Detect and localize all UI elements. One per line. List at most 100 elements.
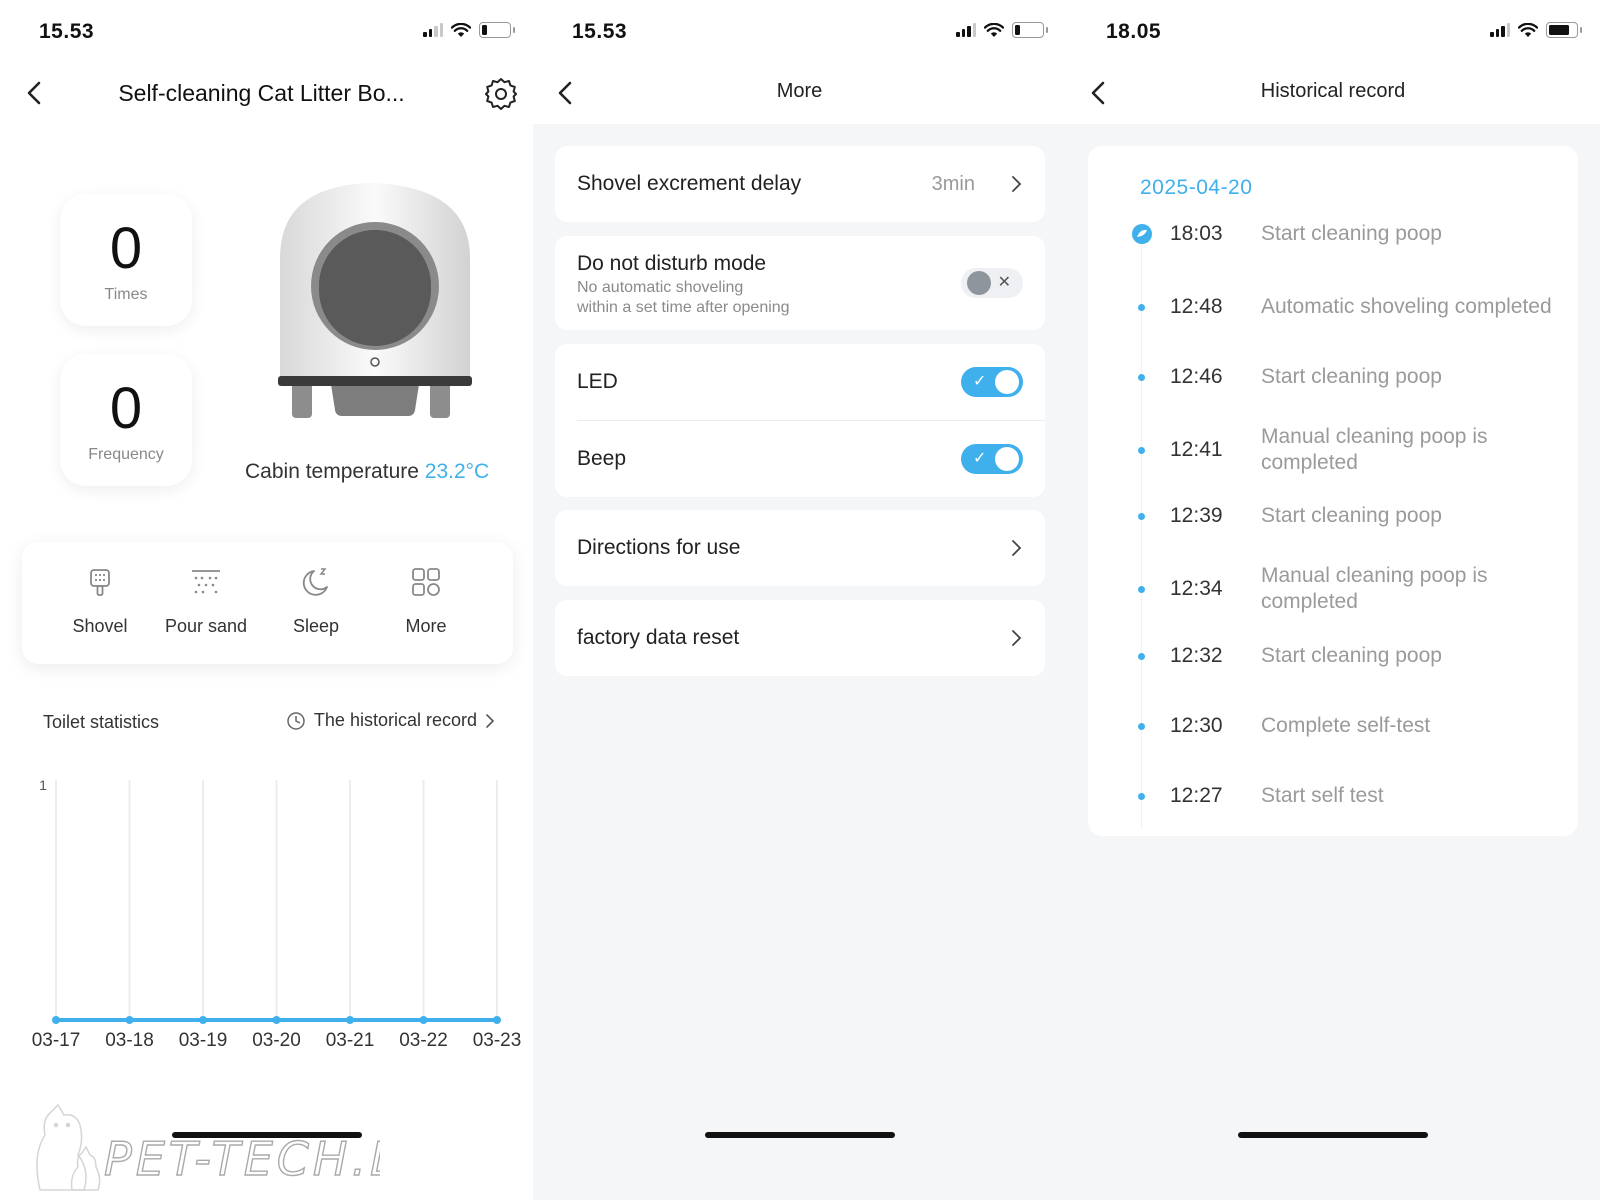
pour-sand-label: Pour sand xyxy=(164,616,248,636)
cabin-temperature-value: 23.2°C xyxy=(424,460,490,483)
beep-label: Beep xyxy=(577,447,627,470)
shovel-icon xyxy=(90,569,110,596)
chevron-right-icon xyxy=(1012,540,1022,556)
toggle-knob xyxy=(995,447,1019,471)
cabin-temperature-label: Cabin temperature xyxy=(245,460,419,483)
record-time: 12:39 xyxy=(1170,504,1223,527)
timeline-dot xyxy=(1138,447,1145,454)
watermark-text: PET-TECH.DK xyxy=(104,1132,380,1186)
timeline-dot xyxy=(1138,374,1145,381)
litter-box-image xyxy=(278,183,472,418)
led-toggle[interactable]: ✓ xyxy=(961,367,1023,397)
cellular-signal-icon xyxy=(956,23,976,37)
more-action-button[interactable]: More xyxy=(376,564,476,637)
page-title: More xyxy=(776,80,823,102)
timeline-dot xyxy=(1138,723,1145,730)
toilet-statistics-title: Toilet statistics xyxy=(43,712,160,732)
record-time: 18:03 xyxy=(1170,222,1223,245)
gear-icon[interactable] xyxy=(483,76,519,112)
directions-for-use-card[interactable]: Directions for use xyxy=(555,510,1045,586)
data-point xyxy=(346,1016,354,1024)
check-icon: ✓ xyxy=(973,450,987,467)
record-time: 12:27 xyxy=(1170,784,1223,807)
frequency-label: Frequency xyxy=(88,446,164,463)
record-event: Start cleaning poop xyxy=(1261,504,1442,527)
x-tick-label: 03-22 xyxy=(399,1030,448,1051)
shovel-action-button[interactable]: Shovel xyxy=(50,564,150,637)
do-not-disturb-desc-line1: No automatic shoveling xyxy=(577,279,744,296)
status-time: 18.05 xyxy=(1106,20,1162,43)
pour-sand-action-button[interactable]: Pour sand xyxy=(156,564,256,637)
do-not-disturb-label: Do not disturb mode xyxy=(577,252,767,275)
shovel-delay-label: Shovel excrement delay xyxy=(577,172,802,195)
wifi-icon xyxy=(451,22,471,37)
historical-record-link[interactable]: The historical record xyxy=(286,710,495,731)
wifi-icon xyxy=(1518,22,1538,37)
shovel-delay-card[interactable]: Shovel excrement delay 3min xyxy=(555,146,1045,222)
record-event: Start cleaning poop xyxy=(1261,644,1442,667)
x-tick-label: 03-20 xyxy=(252,1030,301,1051)
device-home-screen: 15.53 Self-cleaning Cat Litter Bo... 0 T… xyxy=(0,0,533,1200)
x-tick-label: 03-17 xyxy=(32,1030,81,1051)
record-event: Automatic shoveling completed xyxy=(1261,295,1552,318)
grid-icon xyxy=(412,568,440,596)
status-icons xyxy=(956,22,1048,38)
do-not-disturb-desc-line2: within a set time after opening xyxy=(577,299,790,316)
led-beep-card: LED ✓ Beep ✓ xyxy=(555,344,1045,497)
record-time: 12:30 xyxy=(1170,714,1223,737)
nav-bar: Historical record xyxy=(1066,64,1600,124)
record-event: Start cleaning poop xyxy=(1261,365,1442,388)
timeline-dot xyxy=(1138,653,1145,660)
nav-bar: Self-cleaning Cat Litter Bo... xyxy=(0,64,533,124)
y-tick-label: 1 xyxy=(39,777,47,793)
timeline-dot xyxy=(1138,513,1145,520)
times-card: 0 Times xyxy=(60,194,192,326)
frequency-value: 0 xyxy=(109,376,143,441)
times-label: Times xyxy=(104,286,148,303)
status-icons xyxy=(1490,22,1582,38)
chevron-right-icon xyxy=(486,713,495,728)
history-list-card: 2025-04-20 18:03 Start cleaning poop 12:48… xyxy=(1088,146,1578,836)
status-bar: 18.05 xyxy=(1066,0,1600,64)
data-point xyxy=(125,1016,134,1024)
directions-for-use-label: Directions for use xyxy=(577,536,741,559)
battery-icon xyxy=(479,22,515,38)
record-event: Start self test xyxy=(1261,784,1384,807)
x-tick-label: 03-19 xyxy=(179,1030,228,1051)
record-event: Complete self-test xyxy=(1261,714,1431,737)
pour-sand-icon xyxy=(192,570,220,594)
back-arrow-icon[interactable] xyxy=(20,78,50,108)
record-time: 12:41 xyxy=(1170,438,1223,461)
toilet-statistics-chart: 1 03-17 03-18 03-19 03-20 03-21 03-22 03-23 xyxy=(32,777,522,1051)
beep-row: Beep ✓ xyxy=(555,421,1045,497)
timeline-line xyxy=(1141,228,1142,828)
frequency-card: 0 Frequency xyxy=(60,354,192,486)
status-time: 15.53 xyxy=(39,20,95,43)
record-time: 12:32 xyxy=(1170,644,1223,667)
cabin-temperature: Cabin temperature 23.2°C xyxy=(245,460,489,484)
record-time: 12:34 xyxy=(1170,577,1223,600)
record-event: Manual cleaning poop is completed xyxy=(1261,425,1488,474)
status-bar: 15.53 xyxy=(0,0,533,64)
more-settings-screen: 15.53 More Shovel excrement delay 3min D… xyxy=(533,0,1066,1200)
do-not-disturb-toggle[interactable]: ✕ xyxy=(961,268,1023,298)
toggle-knob xyxy=(967,271,991,295)
chevron-right-icon xyxy=(1012,630,1022,646)
data-point xyxy=(52,1016,60,1024)
data-point xyxy=(272,1016,281,1024)
cellular-signal-icon xyxy=(423,23,443,37)
wifi-icon xyxy=(984,22,1004,37)
beep-toggle[interactable]: ✓ xyxy=(961,444,1023,474)
historical-record-screen: 18.05 Historical record 2025-04-20 18:03… xyxy=(1066,0,1600,1200)
do-not-disturb-card: Do not disturb mode No automatic shoveli… xyxy=(555,236,1045,330)
page-title: Historical record xyxy=(1260,80,1406,102)
led-label: LED xyxy=(577,370,618,393)
sleep-action-button[interactable]: Sleep xyxy=(266,564,366,637)
shovel-label: Shovel xyxy=(72,616,128,636)
page-title: Self-cleaning Cat Litter Bo... xyxy=(118,80,405,106)
data-point xyxy=(493,1016,501,1024)
close-icon: ✕ xyxy=(997,274,1011,291)
factory-reset-card[interactable]: factory data reset xyxy=(555,600,1045,676)
x-tick-label: 03-23 xyxy=(473,1030,522,1051)
timeline-dot xyxy=(1138,586,1145,593)
